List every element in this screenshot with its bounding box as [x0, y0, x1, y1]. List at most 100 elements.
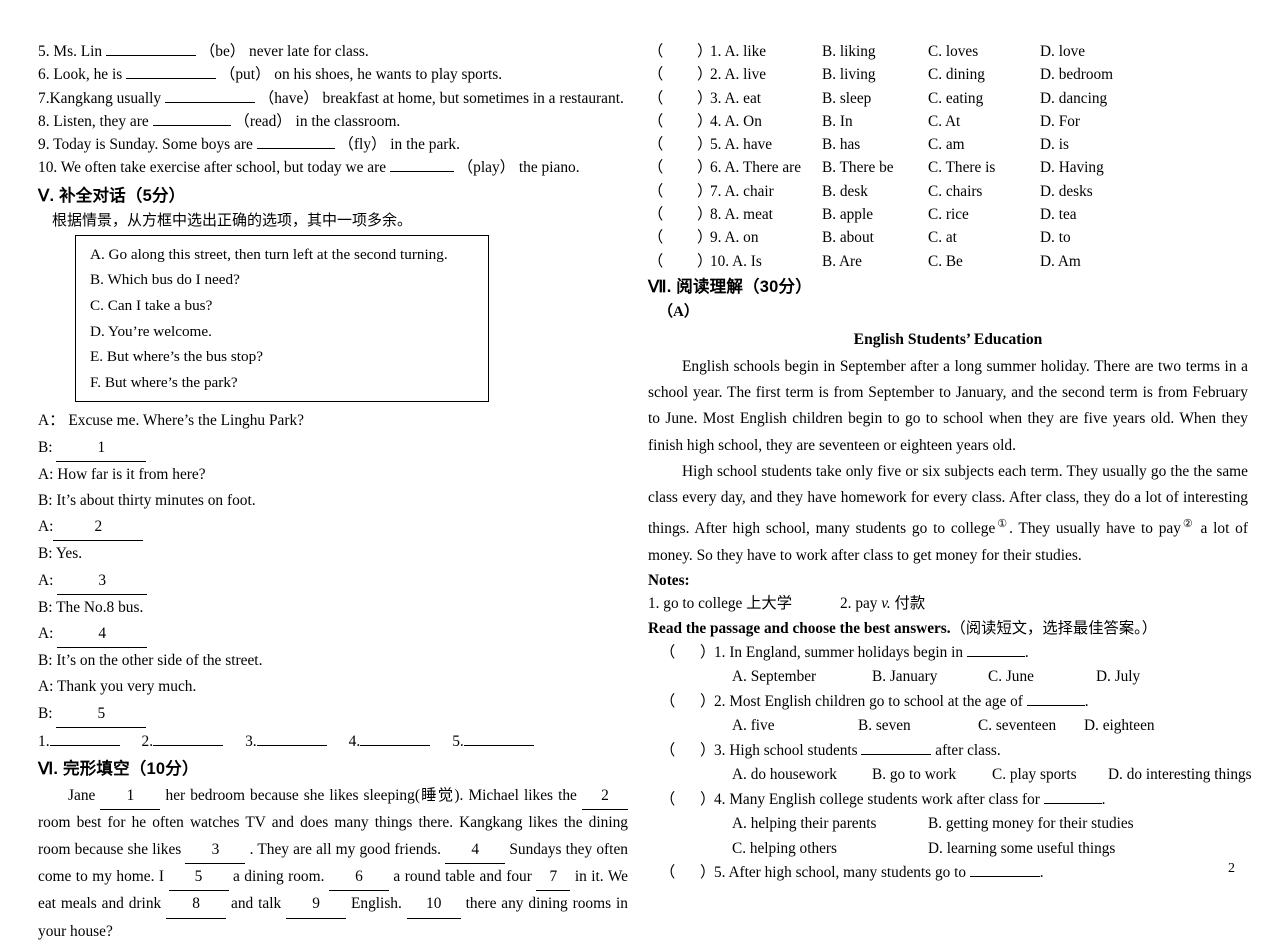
question-text[interactable]: 2. Most English children go to school at…: [714, 690, 1089, 715]
choice-b[interactable]: B. apple: [822, 203, 873, 226]
cloze-blank[interactable]: 6: [328, 864, 389, 892]
answer-slot[interactable]: 5.: [452, 730, 534, 754]
choice-a[interactable]: 3. A. eat: [710, 87, 761, 110]
choice-b[interactable]: B. In: [822, 110, 853, 133]
cloze-blank[interactable]: 8: [166, 891, 227, 919]
answer-slot[interactable]: 4.: [349, 730, 431, 754]
option-item[interactable]: A. Go along this street, then turn left …: [90, 242, 488, 268]
option-d[interactable]: D. July: [1096, 665, 1140, 690]
choice-a[interactable]: 2. A. live: [710, 63, 766, 86]
cloze-blank[interactable]: 7: [536, 864, 571, 892]
choice-d[interactable]: D. is: [1040, 133, 1069, 156]
option-c[interactable]: C. June: [988, 665, 1034, 690]
choice-d[interactable]: D. bedroom: [1040, 63, 1113, 86]
answer-blank[interactable]: [106, 55, 196, 56]
option-item[interactable]: D. You’re welcome.: [90, 319, 488, 345]
option-a[interactable]: A. do housework: [732, 763, 837, 788]
dialogue-answer-blank[interactable]: 4: [57, 621, 148, 649]
choice-b[interactable]: B. about: [822, 226, 874, 249]
option-item[interactable]: E. But where’s the bus stop?: [90, 344, 488, 370]
choice-d[interactable]: D. Am: [1040, 250, 1081, 273]
choice-a[interactable]: 4. A. On: [710, 110, 762, 133]
option-b[interactable]: B. January: [872, 665, 937, 690]
question-text[interactable]: 5. After high school, many students go t…: [714, 861, 1044, 886]
speaker-label: A:: [38, 518, 54, 536]
cloze-blank[interactable]: 2: [581, 783, 628, 811]
choice-a[interactable]: 7. A. chair: [710, 180, 774, 203]
choice-b[interactable]: B. Are: [822, 250, 862, 273]
choice-c[interactable]: C. At: [928, 110, 960, 133]
cloze-blank[interactable]: 10: [406, 891, 461, 919]
answer-slot[interactable]: 2.: [142, 730, 224, 754]
question-text[interactable]: 1. In England, summer holidays begin in …: [714, 641, 1029, 666]
choice-d[interactable]: D. Having: [1040, 156, 1104, 179]
choice-a[interactable]: 8. A. meat: [710, 203, 773, 226]
question-text[interactable]: 3. High school students after class.: [714, 739, 1001, 764]
question-options: A. five B. seven C. seventeen D. eightee…: [648, 714, 1248, 739]
choice-c[interactable]: C. chairs: [928, 180, 982, 203]
choice-a[interactable]: 6. A. There are: [710, 156, 801, 179]
choice-d[interactable]: D. desks: [1040, 180, 1093, 203]
cloze-blank[interactable]: 1: [100, 783, 161, 811]
cloze-blank[interactable]: 3: [185, 837, 246, 864]
choice-a[interactable]: 10. A. Is: [710, 250, 762, 273]
cloze-blank[interactable]: 5: [168, 864, 229, 892]
dialogue-answer-blank[interactable]: 1: [56, 435, 147, 462]
dialogue-answer-blank[interactable]: 2: [53, 514, 144, 542]
option-d[interactable]: D. eighteen: [1084, 714, 1155, 739]
choice-d[interactable]: D. to: [1040, 226, 1071, 249]
choice-b[interactable]: B. has: [822, 133, 860, 156]
option-c[interactable]: C. seventeen: [978, 714, 1056, 739]
choice-b[interactable]: B. sleep: [822, 87, 871, 110]
choice-c[interactable]: C. There is: [928, 156, 995, 179]
option-b[interactable]: B. go to work: [872, 763, 956, 788]
option-item[interactable]: F. But where’s the park?: [90, 370, 488, 396]
option-c[interactable]: C. helping others: [732, 837, 837, 862]
choice-a[interactable]: 5. A. have: [710, 133, 772, 156]
cloze-blank[interactable]: 9: [286, 891, 347, 919]
question-blank[interactable]: [1043, 802, 1102, 804]
option-b[interactable]: B. getting money for their studies: [928, 812, 1134, 837]
answer-blank[interactable]: [152, 124, 231, 126]
choice-c[interactable]: C. at: [928, 226, 957, 249]
answer-slot[interactable]: 3.: [245, 730, 327, 754]
question-text[interactable]: 4. Many English college students work af…: [714, 788, 1106, 813]
choice-d[interactable]: D. For: [1040, 110, 1080, 133]
question-blank[interactable]: [969, 876, 1040, 878]
option-item[interactable]: C. Can I take a bus?: [90, 293, 488, 319]
question-blank[interactable]: [861, 753, 932, 755]
cloze-blank[interactable]: 4: [445, 837, 506, 864]
option-a[interactable]: A. September: [732, 665, 816, 690]
choice-c[interactable]: C. Be: [928, 250, 963, 273]
answer-blank[interactable]: [256, 148, 335, 150]
choice-b[interactable]: B. liking: [822, 40, 876, 63]
option-c[interactable]: C. play sports: [992, 763, 1077, 788]
option-item[interactable]: B. Which bus do I need?: [90, 267, 488, 293]
choice-c[interactable]: C. dining: [928, 63, 985, 86]
choice-c[interactable]: C. rice: [928, 203, 969, 226]
choice-c[interactable]: C. loves: [928, 40, 978, 63]
option-d[interactable]: D. learning some useful things: [928, 837, 1115, 862]
choice-b[interactable]: B. living: [822, 63, 876, 86]
answer-blank[interactable]: [126, 78, 217, 80]
answer-blank[interactable]: [389, 171, 454, 173]
choice-d[interactable]: D. dancing: [1040, 87, 1107, 110]
answer-slot[interactable]: 1.: [38, 730, 120, 754]
choice-d[interactable]: D. love: [1040, 40, 1085, 63]
dialogue-answer-blank[interactable]: 5: [56, 701, 147, 728]
question-blank[interactable]: [966, 655, 1025, 657]
option-a[interactable]: A. five: [732, 714, 774, 739]
answer-blank[interactable]: [164, 101, 255, 103]
choice-c[interactable]: C. am: [928, 133, 965, 156]
option-b[interactable]: B. seven: [858, 714, 911, 739]
question-blank[interactable]: [1026, 704, 1085, 706]
option-d[interactable]: D. do interesting things: [1108, 763, 1252, 788]
choice-c[interactable]: C. eating: [928, 87, 983, 110]
choice-a[interactable]: 9. A. on: [710, 226, 758, 249]
choice-d[interactable]: D. tea: [1040, 203, 1077, 226]
choice-b[interactable]: B. There be: [822, 156, 894, 179]
choice-b[interactable]: B. desk: [822, 180, 868, 203]
choice-a[interactable]: 1. A. like: [710, 40, 766, 63]
dialogue-answer-blank[interactable]: 3: [57, 568, 148, 595]
option-a[interactable]: A. helping their parents: [732, 812, 876, 837]
